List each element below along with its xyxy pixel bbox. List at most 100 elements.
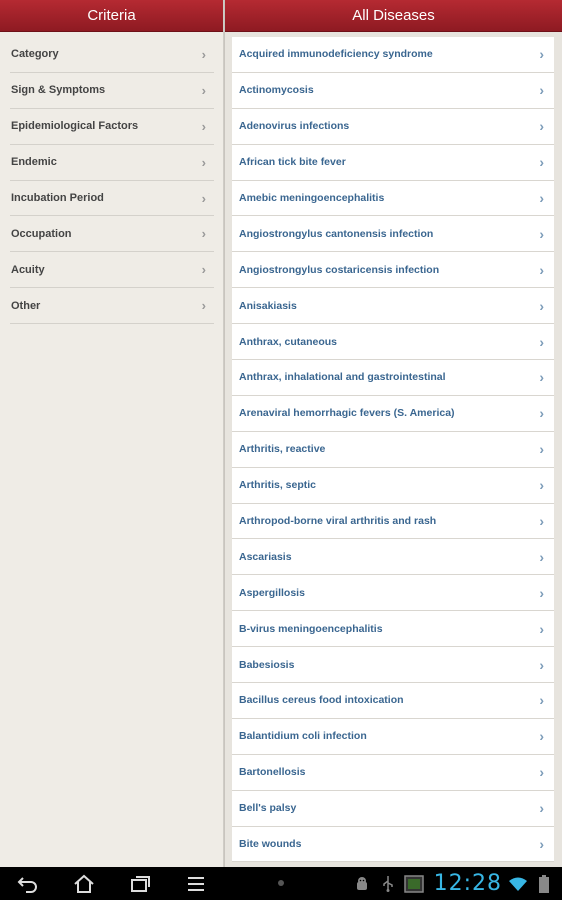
chevron-right-icon: › [539, 800, 544, 817]
chevron-right-icon: › [539, 728, 544, 745]
criteria-item-sign-symptoms[interactable]: Sign & Symptoms › [10, 73, 214, 109]
chevron-right-icon: › [539, 297, 544, 314]
criteria-item-label: Incubation Period [11, 192, 104, 204]
disease-label: Bell's palsy [239, 802, 297, 815]
list-item[interactable]: Anthrax, cutaneous › [232, 324, 554, 361]
disease-label: African tick bite fever [239, 156, 346, 169]
disease-label: Bartonellosis [239, 766, 306, 779]
diseases-header: All Diseases [225, 0, 562, 32]
home-icon [74, 874, 94, 893]
chevron-right-icon: › [539, 46, 544, 63]
list-item[interactable]: B-virus meningoencephalitis › [232, 611, 554, 648]
chevron-right-icon: › [539, 405, 544, 422]
home-button[interactable] [56, 867, 112, 900]
criteria-item-other[interactable]: Other › [10, 288, 214, 325]
disease-label: Acquired immunodeficiency syndrome [239, 48, 433, 61]
list-item[interactable]: Bite wounds › [232, 826, 554, 863]
chevron-right-icon: › [539, 190, 544, 206]
chevron-right-icon: › [539, 82, 544, 99]
criteria-item-epidemiological-factors[interactable]: Epidemiological Factors › [10, 109, 214, 145]
criteria-item-label: Epidemiological Factors [11, 120, 139, 133]
list-item[interactable]: Anthrax, inhalational and gastrointestin… [232, 360, 554, 396]
list-item[interactable]: African tick bite fever › [232, 144, 554, 181]
chevron-right-icon: › [539, 584, 544, 601]
criteria-pane: Criteria Category › Sign & Symptoms › Epid… [0, 0, 224, 867]
screenshot-icon [403, 874, 424, 894]
list-item[interactable]: Balantidium coli infection › [232, 718, 554, 755]
disease-label: Arthritis, reactive [239, 443, 326, 456]
criteria-item-label: Endemic [11, 156, 57, 169]
criteria-title: Criteria [87, 7, 136, 24]
criteria-item-occupation[interactable]: Occupation › [10, 216, 214, 253]
notification-dot-icon [278, 880, 284, 886]
disease-label: Angiostrongylus costaricensis infection [239, 263, 440, 276]
chevron-right-icon: › [539, 477, 544, 494]
menu-button[interactable] [168, 867, 224, 900]
chevron-right-icon: › [201, 262, 206, 278]
disease-label: Anthrax, inhalational and gastrointestin… [239, 371, 446, 384]
disease-label: Anisakiasis [239, 299, 297, 312]
chevron-right-icon: › [539, 154, 544, 171]
chevron-right-icon: › [539, 764, 544, 781]
list-item[interactable]: Acquired immunodeficiency syndrome › [232, 37, 554, 73]
chevron-right-icon: › [201, 154, 206, 170]
usb-icon [378, 874, 398, 894]
wifi-icon [508, 874, 528, 894]
criteria-item-label: Category [11, 48, 59, 61]
list-item[interactable]: Ascariasis › [232, 539, 554, 576]
disease-label: Arthritis, septic [239, 479, 317, 492]
criteria-item-acuity[interactable]: Acuity › [10, 252, 214, 289]
criteria-item-category[interactable]: Category › [10, 37, 214, 73]
list-item[interactable]: Arthritis, reactive › [232, 431, 554, 468]
clock: 12:28 [433, 871, 502, 896]
back-button[interactable] [0, 867, 56, 900]
list-item[interactable]: Babesiosis › [232, 647, 554, 684]
list-item[interactable]: Actinomycosis › [232, 72, 554, 109]
chevron-right-icon: › [201, 82, 206, 98]
list-item[interactable]: Amebic meningoencephalitis › [232, 180, 554, 217]
list-item[interactable]: Arthropod-borne viral arthritis and rash… [232, 503, 554, 540]
chevron-right-icon: › [539, 548, 544, 565]
disease-label: Arenaviral hemorrhagic fevers (S. Americ… [239, 407, 455, 420]
list-item[interactable]: Aspergillosis › [232, 575, 554, 612]
chevron-right-icon: › [201, 118, 206, 134]
disease-label: Bite wounds [239, 838, 302, 851]
diseases-pane: All Diseases Acquired immunodeficiency s… [225, 0, 562, 867]
list-item[interactable]: Angiostrongylus costaricensis infection › [232, 252, 554, 289]
chevron-right-icon: › [539, 513, 544, 530]
battery-icon [534, 874, 554, 894]
disease-label: B-virus meningoencephalitis [239, 622, 383, 635]
disease-label: Ascariasis [239, 550, 292, 563]
chevron-right-icon: › [201, 298, 206, 314]
disease-label: Angiostrongylus cantonensis infection [239, 227, 434, 240]
disease-label: Amebic meningoencephalitis [239, 192, 385, 204]
list-item[interactable]: Arenaviral hemorrhagic fevers (S. Americ… [232, 395, 554, 432]
criteria-item-label: Acuity [11, 263, 45, 276]
disease-list: Acquired immunodeficiency syndrome › Acti… [232, 37, 554, 863]
chevron-right-icon: › [539, 620, 544, 637]
disease-label: Actinomycosis [239, 84, 314, 97]
list-item[interactable]: Bell's palsy › [232, 790, 554, 827]
chevron-right-icon: › [539, 261, 544, 278]
list-item[interactable]: Anisakiasis › [232, 288, 554, 325]
criteria-item-incubation-period[interactable]: Incubation Period › [10, 181, 214, 217]
criteria-item-label: Sign & Symptoms [11, 84, 106, 97]
list-item[interactable]: Angiostrongylus cantonensis infection › [232, 216, 554, 253]
disease-label: Anthrax, cutaneous [239, 335, 338, 348]
list-item[interactable]: Arthritis, septic › [232, 467, 554, 504]
criteria-item-label: Other [11, 299, 41, 312]
diseases-title: All Diseases [352, 7, 435, 24]
android-debug-icon [352, 874, 372, 894]
list-item[interactable]: Bacillus cereus food intoxication › [232, 683, 554, 719]
disease-label: Aspergillosis [239, 586, 305, 599]
chevron-right-icon: › [201, 46, 206, 62]
criteria-item-endemic[interactable]: Endemic › [10, 145, 214, 181]
disease-label: Balantidium coli infection [239, 730, 367, 743]
chevron-right-icon: › [539, 441, 544, 458]
list-item[interactable]: Bartonellosis › [232, 754, 554, 791]
disease-label: Babesiosis [239, 658, 295, 671]
recent-apps-icon [131, 875, 150, 892]
list-item[interactable]: Adenovirus infections › [232, 108, 554, 145]
criteria-list: Category › Sign & Symptoms › Epidemiologic… [10, 37, 214, 325]
recent-apps-button[interactable] [112, 867, 168, 900]
